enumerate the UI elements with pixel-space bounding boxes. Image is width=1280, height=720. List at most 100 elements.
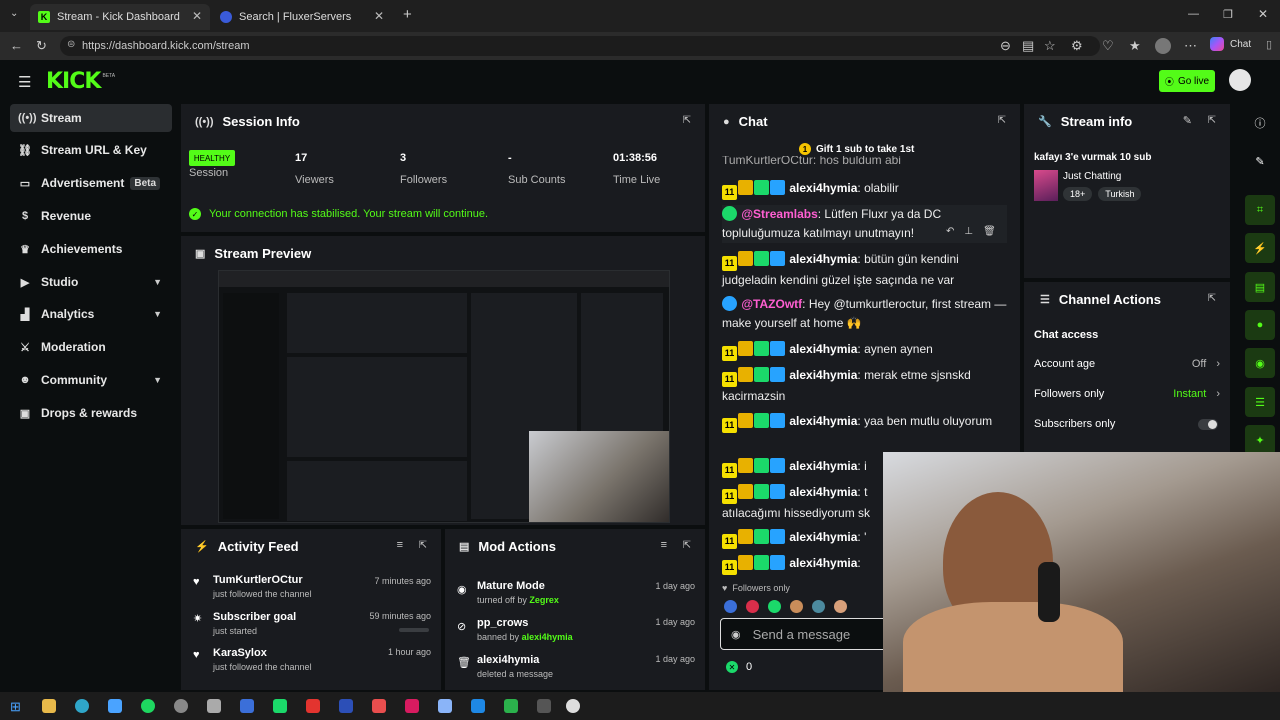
reply-icon[interactable]: ↶ — [946, 226, 954, 237]
url-field[interactable]: ⊜ https://dashboard.kick.com/stream — [60, 36, 1100, 56]
favorites-icon[interactable]: ★ — [1129, 38, 1141, 54]
tab-kick-dashboard[interactable]: K Stream - Kick Dashboard ✕ — [30, 4, 210, 30]
tag-chip[interactable]: 18+ — [1063, 187, 1093, 201]
app-icon[interactable] — [240, 699, 254, 713]
close-window-icon[interactable]: ✕ — [1258, 7, 1268, 21]
app-icon[interactable] — [372, 699, 386, 713]
stream-preview-video[interactable] — [218, 270, 670, 523]
app-icon[interactable] — [174, 699, 188, 713]
more-options-icon[interactable]: ⋯ — [1184, 38, 1197, 54]
emote-icon[interactable] — [768, 600, 781, 613]
calculator-icon[interactable] — [207, 699, 221, 713]
profile-avatar-icon[interactable] — [1155, 38, 1171, 54]
app-icon[interactable] — [339, 699, 353, 713]
delete-icon[interactable]: 🗑 — [983, 226, 996, 237]
emote-icon[interactable] — [746, 600, 759, 613]
kick-logo[interactable]: KICK BETA — [46, 69, 115, 94]
favorite-star-icon[interactable]: ☆ — [1044, 38, 1056, 54]
chat-username[interactable]: alexi4hymia — [789, 368, 857, 382]
obs-icon[interactable] — [566, 699, 580, 713]
filter-icon[interactable]: ≡ — [397, 539, 403, 551]
chat-username[interactable]: @Streamlabs — [741, 207, 817, 221]
sidebar-item-community[interactable]: ☻ Community ▼ — [10, 366, 172, 394]
copilot-button[interactable]: Chat — [1210, 37, 1251, 51]
new-tab-icon[interactable]: + — [403, 6, 412, 23]
popout-icon[interactable]: ⇱ — [419, 540, 427, 551]
subscribers-only-toggle[interactable] — [1198, 419, 1218, 430]
maximize-icon[interactable]: ❐ — [1223, 8, 1233, 21]
info-icon[interactable]: ⓘ — [1245, 108, 1275, 138]
sidebar-item-achievements[interactable]: ♛ Achievements — [10, 235, 172, 263]
sidebar-item-stream-url[interactable]: ⛓ Stream URL & Key — [10, 136, 172, 164]
app-icon[interactable] — [306, 699, 320, 713]
file-explorer-icon[interactable] — [42, 699, 56, 713]
browser-essentials-icon[interactable]: ♡ — [1102, 38, 1114, 54]
chat-username[interactable]: alexi4hymia — [789, 181, 857, 195]
popout-icon[interactable]: ⇱ — [683, 115, 691, 126]
minimize-icon[interactable]: — — [1188, 8, 1199, 20]
tab-fluxer-servers[interactable]: Search | FluxerServers ✕ — [212, 4, 392, 30]
back-icon[interactable]: ← — [10, 38, 23, 53]
emote-icon[interactable] — [790, 600, 803, 613]
chat-username[interactable]: alexi4hymia — [789, 252, 857, 266]
app-icon[interactable] — [273, 699, 287, 713]
sidebar-item-moderation[interactable]: ⚔ Moderation — [10, 333, 172, 361]
user-avatar[interactable] — [1229, 69, 1251, 91]
emote-icon[interactable] — [812, 600, 825, 613]
mod-item-user[interactable]: Zegrex — [529, 595, 559, 605]
popout-icon[interactable]: ⇱ — [1208, 115, 1216, 126]
emote-icon[interactable] — [724, 600, 737, 613]
edge-icon[interactable] — [75, 699, 89, 713]
document-icon[interactable]: ▤ — [1245, 272, 1275, 302]
chat-username[interactable]: alexi4hymia — [789, 530, 857, 544]
menu-icon[interactable]: ☰ — [18, 73, 31, 91]
lightning-icon[interactable]: ⚡ — [1245, 233, 1275, 263]
clip-icon[interactable]: ⌗ — [1245, 195, 1275, 225]
popout-icon[interactable]: ⇱ — [1208, 293, 1216, 304]
filter-icon[interactable]: ≡ — [661, 539, 667, 551]
popout-icon[interactable]: ⇱ — [683, 540, 691, 551]
pencil-icon[interactable]: ✎ — [1245, 146, 1275, 176]
sidebar-toggle-icon[interactable]: ▯ — [1266, 38, 1272, 51]
chat-username[interactable]: alexi4hymia — [789, 485, 857, 499]
app-icon[interactable] — [405, 699, 419, 713]
app-icon[interactable] — [504, 699, 518, 713]
chat-username[interactable]: alexi4hymia — [789, 414, 857, 428]
app-icon[interactable] — [537, 699, 551, 713]
windows-start-icon[interactable]: ⊞ — [10, 699, 21, 715]
gift-sub-banner[interactable]: 1 Gift 1 sub to take 1st — [799, 143, 914, 155]
mod-item-user[interactable]: alexi4hymia — [522, 632, 573, 642]
extensions-icon[interactable]: ⚙ — [1071, 38, 1083, 54]
emoji-icon[interactable]: ◉ — [731, 628, 741, 641]
sidebar-item-advertisement[interactable]: ▭ Advertisement Beta — [10, 169, 172, 197]
zoom-icon[interactable]: ⊖ — [1000, 38, 1011, 54]
chat-username[interactable]: @TAZOwtf — [741, 297, 802, 311]
tag-chip[interactable]: Turkish — [1098, 187, 1142, 201]
edit-icon[interactable]: ✎ — [1183, 114, 1192, 127]
tab-list-icon[interactable]: ⌄ — [10, 8, 18, 19]
close-tab-icon[interactable]: ✕ — [374, 9, 384, 23]
app-icon[interactable] — [471, 699, 485, 713]
chat-username[interactable]: alexi4hymia — [789, 459, 857, 473]
followers-only-row[interactable]: Followers only Instant › — [1034, 388, 1220, 400]
wrench-icon[interactable]: ✦ — [1245, 425, 1275, 455]
app-icon[interactable] — [108, 699, 122, 713]
sidebar-item-drops[interactable]: ▣ Drops & rewards — [10, 399, 172, 427]
sliders-icon[interactable]: ☰ — [1245, 387, 1275, 417]
chat-bubble-icon[interactable]: ● — [1245, 310, 1275, 340]
sidebar-item-studio[interactable]: ▶ Studio ▼ — [10, 268, 172, 296]
account-age-row[interactable]: Account age Off › — [1034, 358, 1220, 370]
popout-icon[interactable]: ⇱ — [998, 115, 1006, 126]
sidebar-item-stream[interactable]: ((•)) Stream — [10, 104, 172, 132]
emote-icon[interactable] — [834, 600, 847, 613]
sidebar-item-revenue[interactable]: $ Revenue — [10, 202, 172, 230]
category-name[interactable]: Just Chatting — [1063, 171, 1121, 182]
go-live-button[interactable]: ⦿ Go live — [1159, 70, 1215, 92]
sidebar-item-analytics[interactable]: ▟ Analytics ▼ — [10, 300, 172, 328]
reader-icon[interactable]: ▤ — [1022, 38, 1034, 54]
site-info-icon[interactable]: ⊜ — [67, 39, 75, 50]
chat-username[interactable]: alexi4hymia — [789, 342, 857, 356]
chat-username[interactable]: alexi4hymia — [789, 556, 857, 570]
app-icon[interactable] — [438, 699, 452, 713]
reload-icon[interactable]: ↻ — [36, 38, 47, 54]
